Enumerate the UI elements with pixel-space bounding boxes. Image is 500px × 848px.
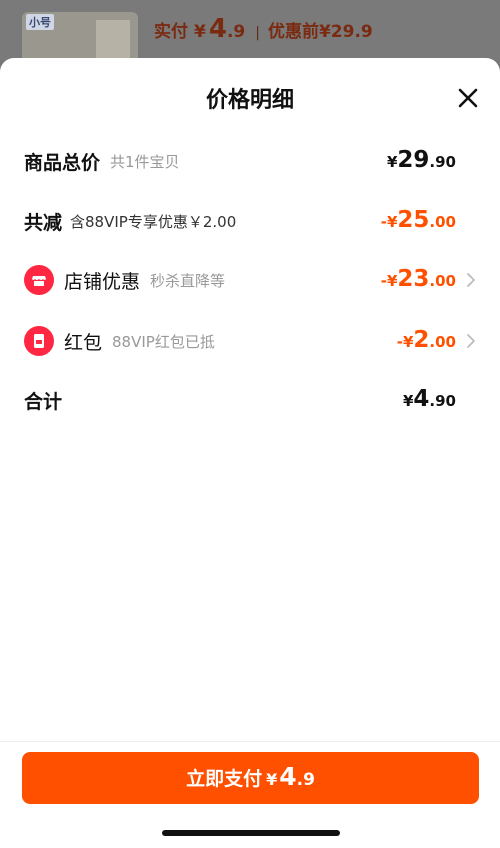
pay-now-button[interactable]: 立即支付 ¥ 4 .9 — [22, 752, 479, 804]
thumbnail-label: 小号 — [26, 14, 54, 30]
shop-icon — [24, 265, 54, 295]
row-label: 合计 — [24, 390, 63, 413]
amount-dec: .00 — [429, 213, 456, 231]
row-sublabel: 秒杀直降等 — [150, 271, 226, 290]
chevron-right-icon — [466, 272, 476, 288]
price-detail-sheet: 价格明细 商品总价 共1件宝贝 ¥ 29 .90 共减 含88VIP专享优惠￥2… — [0, 58, 500, 848]
row-red-packet[interactable]: 红包 88VIP红包已抵 -¥ 2 .00 — [0, 321, 500, 361]
paid-label: 实付 — [154, 22, 188, 42]
amount-currency: -¥ — [380, 272, 398, 290]
row-total-discount: 共减 含88VIP专享优惠￥2.00 -¥ 25 .00 — [0, 201, 500, 241]
pay-int: 4 — [279, 762, 297, 791]
row-label: 红包 — [64, 331, 103, 354]
sheet-title: 价格明细 — [205, 88, 294, 113]
close-icon — [458, 88, 478, 108]
amount-dec: .90 — [429, 392, 456, 410]
chevron-right-icon — [466, 333, 476, 349]
pay-dec: .9 — [296, 770, 315, 790]
close-button[interactable] — [456, 86, 480, 110]
amount-currency: -¥ — [396, 333, 414, 351]
amount-int: 25 — [397, 207, 430, 233]
amount-currency: -¥ — [380, 213, 398, 231]
paid-dec: .9 — [226, 22, 246, 42]
background-order-strip: 小号 实付 ¥ 4 .9 | 优惠前¥29.9 — [0, 0, 500, 60]
row-grand-total: 合计 ¥ 4 .90 — [0, 380, 500, 420]
divider — [0, 741, 500, 742]
pay-currency: ¥ — [266, 770, 278, 789]
amount-currency: ¥ — [386, 153, 398, 171]
row-label: 店铺优惠 — [64, 270, 141, 293]
amount-int: 2 — [413, 327, 430, 353]
row-item-total: 商品总价 共1件宝贝 ¥ 29 .90 — [0, 141, 500, 181]
amount-int: 29 — [397, 147, 430, 173]
paid-int: 4 — [208, 14, 227, 44]
row-shop-discount[interactable]: 店铺优惠 秒杀直降等 -¥ 23 .00 — [0, 260, 500, 300]
row-sublabel: 88VIP红包已抵 — [112, 332, 215, 351]
amount-int: 23 — [397, 266, 430, 292]
paid-currency: ¥ — [194, 22, 206, 42]
home-indicator[interactable] — [162, 830, 340, 836]
row-sublabel: 共1件宝贝 — [110, 152, 180, 171]
amount-dec: .90 — [429, 153, 456, 171]
amount-int: 4 — [413, 386, 430, 412]
amount-dec: .00 — [429, 333, 456, 351]
row-label: 商品总价 — [24, 151, 101, 174]
thumbnail-decoration — [96, 20, 130, 60]
price-separator: | — [255, 25, 260, 41]
strip-price: 实付 ¥ 4 .9 | 优惠前¥29.9 — [154, 14, 373, 48]
original-price: 优惠前¥29.9 — [267, 22, 373, 42]
amount-currency: ¥ — [402, 392, 414, 410]
product-thumbnail: 小号 — [22, 12, 138, 60]
pay-label: 立即支付 — [186, 768, 263, 790]
red-packet-icon — [24, 326, 54, 356]
row-label: 共减 — [24, 211, 63, 234]
amount-dec: .00 — [429, 272, 456, 290]
row-sublabel: 含88VIP专享优惠￥2.00 — [70, 212, 237, 231]
